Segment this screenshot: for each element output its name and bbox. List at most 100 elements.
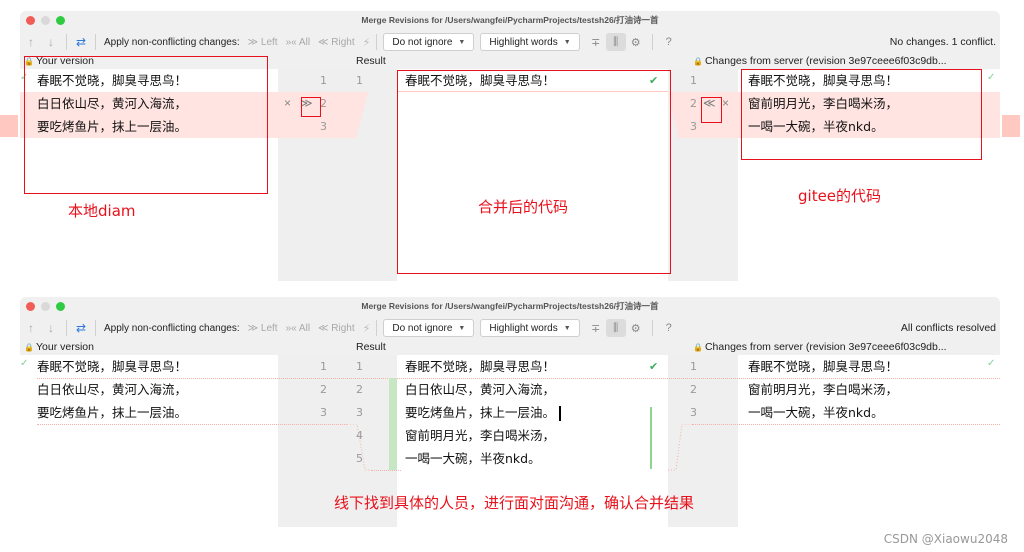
annotation-right-label: gitee的代码 [798, 187, 882, 205]
ignore-dropdown-value: Do not ignore [392, 322, 453, 334]
result-line-number: 3 [356, 406, 363, 419]
toolbar-divider [651, 320, 653, 336]
gear-icon[interactable]: ⚙ [626, 33, 646, 51]
merge-status: No changes. 1 conflict. [889, 36, 996, 48]
left-header-label: Your version [35, 341, 94, 353]
highlight-dropdown[interactable]: Highlight words ▼ [480, 319, 580, 337]
left-pane-header: 🔒 Your version [24, 341, 94, 353]
highlight-dropdown-value: Highlight words [489, 322, 558, 334]
minimize-button[interactable] [41, 302, 50, 311]
result-line-number: 1 [356, 74, 363, 87]
annotation-box-accept-left [301, 97, 321, 117]
arrow-up-icon[interactable]: ↑ [22, 35, 40, 49]
result-line[interactable]: 窗前明月光，李白喝米汤， [405, 424, 555, 447]
check-icon: ✔ [649, 361, 659, 373]
resolved-check-icon: ✓ [987, 72, 996, 83]
chevron-down-icon: ▼ [563, 38, 571, 46]
apply-all-button[interactable]: »« All [286, 37, 310, 48]
result-line[interactable]: 一喝一大碗，半夜nkd。 [405, 447, 541, 470]
left-line: 要吃烤鱼片，抹上一层油。 [37, 405, 188, 420]
magic-wand-icon[interactable]: ⚡ [363, 36, 371, 49]
result-pane-header: Result [356, 341, 386, 353]
ignore-dropdown[interactable]: Do not ignore ▼ [383, 319, 475, 337]
apply-all-button[interactable]: »« All [286, 323, 310, 334]
annotation-box-left [24, 56, 268, 194]
left-line-number: 3 [320, 406, 327, 419]
resolved-change-separator [692, 424, 1000, 425]
annotation-box-right [741, 69, 982, 160]
result-line[interactable]: 白日依山尽，黄河入海流， [405, 378, 555, 401]
apply-right-button[interactable]: ≪ Right [318, 323, 355, 334]
ignore-dropdown[interactable]: Do not ignore ▼ [383, 33, 475, 51]
lock-icon: 🔒 [693, 57, 703, 66]
toolbar-divider [651, 34, 653, 50]
close-button[interactable] [26, 16, 35, 25]
collapse-unchanged-icon[interactable]: ∓ [586, 319, 606, 337]
resolved-connector-right [668, 424, 692, 471]
magic-resolve-icon[interactable]: ⇄ [73, 321, 89, 335]
help-icon[interactable]: ? [659, 33, 679, 51]
collapse-unchanged-icon[interactable]: ∓ [586, 33, 606, 51]
left-line: 春眠不觉晓，脚臭寻思鸟！ [37, 359, 188, 374]
right-pane-header: 🔒 Changes from server (revision 3e97ceee6… [693, 341, 947, 353]
help-icon[interactable]: ? [659, 319, 679, 337]
result-line[interactable]: 春眠不觉晓，脚臭寻思鸟！ [405, 355, 555, 378]
right-line-number: 1 [690, 74, 697, 87]
close-button[interactable] [26, 302, 35, 311]
toolbar-divider [66, 34, 67, 50]
resolved-check-icon: ✓ [20, 358, 29, 369]
gear-icon[interactable]: ⚙ [626, 319, 646, 337]
apply-label: Apply non-conflicting changes: [104, 36, 240, 48]
arrow-up-icon[interactable]: ↑ [22, 321, 40, 335]
highlight-dropdown-value: Highlight words [489, 36, 558, 48]
result-line[interactable]: 要吃烤鱼片，抹上一层油。 [405, 401, 561, 424]
window-title: Merge Revisions for /Users/wangfei/Pycha… [361, 15, 659, 25]
conflict-marker-stripe-left [0, 115, 18, 137]
conflict-connector-left [348, 92, 368, 138]
arrow-down-icon[interactable]: ↓ [42, 321, 60, 335]
minimize-button[interactable] [41, 16, 50, 25]
toolbar: ↑ ↓ ⇄ Apply non-conflicting changes: ≫ L… [20, 315, 1000, 341]
lock-icon: 🔒 [24, 343, 34, 352]
left-line-number: 1 [320, 360, 327, 373]
sync-scroll-icon[interactable]: ⫼ [605, 319, 626, 337]
result-line-number: 4 [356, 429, 363, 442]
right-header-label: Changes from server (revision 3e97ceee6f… [704, 341, 947, 353]
right-line-number: 3 [690, 120, 697, 133]
left-line-number: 2 [320, 97, 327, 110]
toolbar-divider [376, 34, 378, 50]
annotation-bottom-label: 线下找到具体的人员，进行面对面沟通，确认合并结果 [334, 494, 695, 512]
ignore-change-left-icon[interactable]: × [284, 92, 291, 115]
right-header-label: Changes from server (revision 3e97ceee6f… [704, 55, 947, 67]
resolved-change-separator [371, 470, 401, 471]
right-line: 一喝一大碗，半夜nkd。 [748, 405, 884, 420]
window-title: Merge Revisions for /Users/wangfei/Pycha… [361, 301, 659, 311]
right-pane-header: 🔒 Changes from server (revision 3e97ceee6… [693, 55, 947, 67]
right-line: 窗前明月光，李白喝米汤， [748, 382, 899, 397]
chevron-down-icon: ▼ [563, 324, 571, 332]
result-line-text: 要吃烤鱼片，抹上一层油。 [405, 405, 556, 420]
toolbar-divider [66, 320, 67, 336]
window-controls [26, 302, 65, 311]
zoom-button[interactable] [56, 302, 65, 311]
magic-wand-icon[interactable]: ⚡ [363, 322, 371, 335]
right-line-number: 2 [690, 97, 697, 110]
conflict-marker-stripe-right [1002, 115, 1020, 137]
conflict-connector-right [668, 92, 688, 138]
zoom-button[interactable] [56, 16, 65, 25]
sync-scroll-icon[interactable]: ⫼ [605, 33, 626, 51]
arrow-down-icon[interactable]: ↓ [42, 35, 60, 49]
left-line-number: 1 [320, 74, 327, 87]
annotation-box-result [397, 70, 671, 274]
apply-left-button[interactable]: ≫ Left [248, 37, 278, 48]
annotation-box-accept-right [701, 97, 722, 123]
magic-resolve-icon[interactable]: ⇄ [73, 35, 89, 49]
pane-headers: 🔒 Your version Result 🔒 Changes from serve… [20, 341, 1000, 355]
added-lines-marker [389, 378, 397, 470]
right-line-number: 1 [690, 360, 697, 373]
ignore-change-right-icon[interactable]: × [722, 92, 729, 115]
apply-left-button[interactable]: ≫ Left [248, 323, 278, 334]
apply-right-button[interactable]: ≪ Right [318, 37, 355, 48]
right-line-number: 2 [690, 383, 697, 396]
highlight-dropdown[interactable]: Highlight words ▼ [480, 33, 580, 51]
